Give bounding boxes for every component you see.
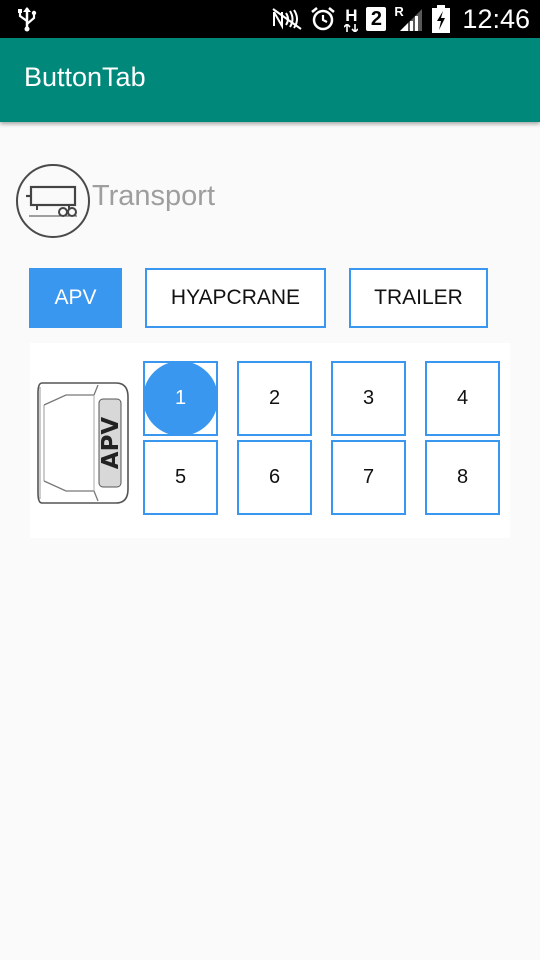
- status-bar: H 2 R 12:46: [0, 0, 540, 38]
- seat-2-button[interactable]: 2: [237, 361, 312, 436]
- battery-charging-icon: [432, 5, 451, 33]
- seat-6-button[interactable]: 6: [237, 440, 312, 515]
- seat-7-button[interactable]: 7: [331, 440, 406, 515]
- alarm-icon: [310, 6, 336, 32]
- seat-panel: APV 1 2 3 4 5 6 7 8: [30, 343, 510, 538]
- seat-8-button[interactable]: 8: [425, 440, 500, 515]
- app-bar: ButtonTab: [0, 38, 540, 122]
- seat-label: 2: [268, 387, 281, 409]
- apv-vehicle-icon: APV: [36, 377, 130, 513]
- trailer-icon: [16, 164, 90, 238]
- nfc-icon: [272, 8, 303, 30]
- page-title: Transport: [92, 180, 216, 212]
- tab-hyapcrane[interactable]: HYAPCRANE: [145, 268, 326, 328]
- vehicle-label: APV: [98, 417, 124, 470]
- seat-5-button[interactable]: 5: [143, 440, 218, 515]
- seat-label: 6: [268, 466, 281, 488]
- seat-3-button[interactable]: 3: [331, 361, 406, 436]
- usb-icon: [16, 6, 38, 36]
- roaming-signal-icon: R: [394, 5, 424, 33]
- seat-label: 7: [362, 466, 375, 488]
- hspa-icon: H: [344, 7, 359, 32]
- tab-apv[interactable]: APV: [29, 268, 122, 328]
- tab-trailer[interactable]: TRAILER: [349, 268, 488, 328]
- status-time: 12:46: [462, 3, 530, 34]
- seat-4-button[interactable]: 4: [425, 361, 500, 436]
- seat-label: 3: [362, 387, 375, 409]
- seat-label: 8: [456, 466, 469, 488]
- seat-1-button[interactable]: 1: [143, 361, 218, 436]
- sim2-icon: 2: [366, 7, 387, 31]
- seat-label: 1: [174, 387, 187, 409]
- app-title: ButtonTab: [24, 62, 146, 92]
- seat-label: 4: [456, 387, 469, 409]
- seat-label: 5: [174, 466, 187, 488]
